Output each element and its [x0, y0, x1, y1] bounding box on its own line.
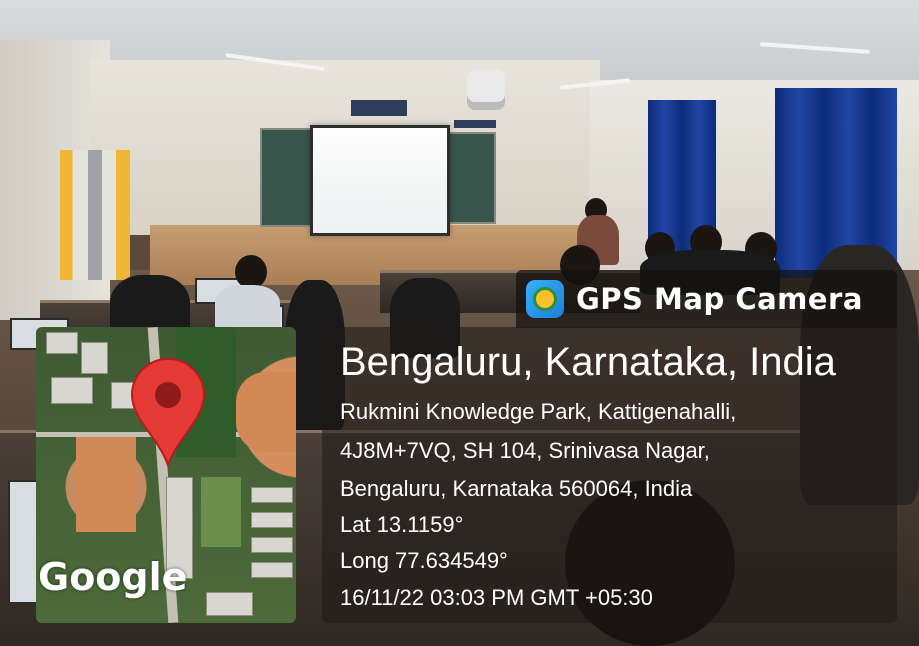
map-building	[46, 332, 78, 354]
map-building	[251, 537, 293, 553]
google-logo: Google	[38, 555, 188, 599]
student	[215, 285, 280, 330]
projector-screen	[310, 125, 450, 236]
latitude: Lat 13.1159°	[340, 512, 464, 537]
address-line-1: Rukmini Knowledge Park, Kattigenahalli,	[340, 399, 737, 424]
map-field	[76, 437, 136, 532]
map-ground	[201, 477, 241, 547]
wall-sign	[351, 100, 407, 116]
location-city: Bengaluru, Karnataka, India	[340, 340, 836, 384]
green-board-right	[444, 132, 496, 224]
address-line-2: 4J8M+7VQ, SH 104, Srinivasa Nagar,	[340, 438, 710, 463]
map-building	[81, 342, 108, 374]
decor-pillar	[60, 150, 130, 280]
app-badge: GPS Map Camera	[516, 270, 897, 328]
map-thumbnail: Google	[36, 327, 296, 623]
map-building	[251, 512, 293, 528]
map-pin-icon	[130, 358, 206, 467]
map-building	[251, 487, 293, 503]
map-building	[206, 592, 253, 616]
app-name: GPS Map Camera	[576, 282, 863, 316]
map-building	[251, 562, 293, 578]
map-building	[51, 377, 93, 404]
student-head	[235, 255, 267, 289]
timestamp: 16/11/22 03:03 PM GMT +05:30	[340, 585, 653, 610]
map-field	[236, 372, 296, 452]
address-line-3: Bengaluru, Karnataka 560064, India	[340, 476, 693, 501]
longitude: Long 77.634549°	[340, 548, 508, 573]
map-lens-icon	[526, 280, 564, 318]
wall-sign-small	[454, 120, 496, 128]
projector	[467, 70, 505, 110]
